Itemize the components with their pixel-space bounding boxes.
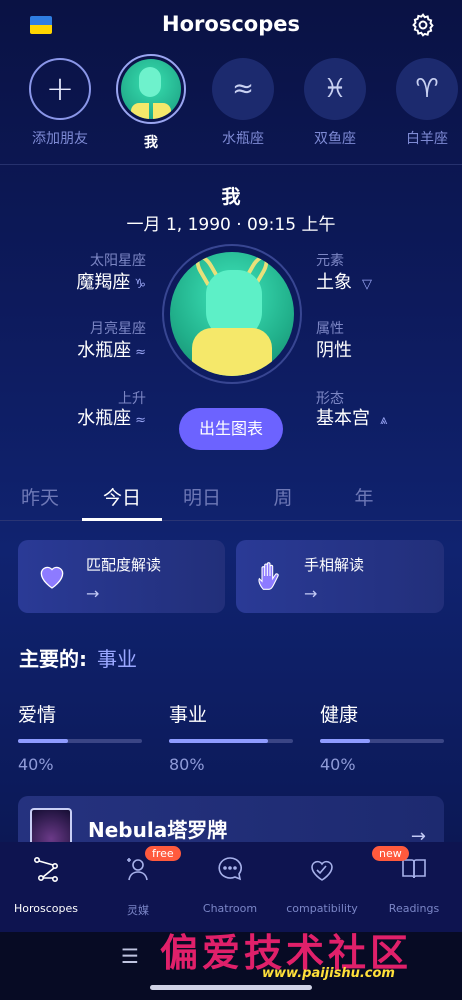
- palm-icon: [254, 560, 286, 592]
- rising-value: 水瓶座: [77, 408, 132, 429]
- profile-label: 双鱼座: [314, 131, 356, 147]
- element: 土象 ▽: [316, 268, 372, 294]
- element-value: 土象: [316, 272, 352, 293]
- form-value: 基本宫: [316, 408, 370, 429]
- watermark-url: www.paijishu.com: [262, 966, 395, 981]
- nav-compatibility[interactable]: compatibility: [276, 842, 368, 915]
- nav-label: compatibility: [286, 902, 358, 915]
- nav-label: Readings: [388, 902, 440, 915]
- profile-pisces[interactable]: ♓︎ 双鱼座: [295, 58, 375, 148]
- stat-name: 健康: [320, 704, 359, 726]
- aries-icon: ♈︎: [396, 58, 458, 120]
- aquarius-icon: ≈: [135, 413, 146, 428]
- profile-label: 添加朋友: [32, 131, 88, 147]
- stat-percent: 40%: [320, 755, 356, 774]
- home-indicator[interactable]: [150, 985, 312, 990]
- birth-chart-button[interactable]: 出生图表: [179, 408, 283, 450]
- stat-percent: 80%: [169, 755, 205, 774]
- profile-me[interactable]: 我: [111, 54, 191, 152]
- moon-sign: 水瓶座 ≈: [77, 336, 146, 362]
- stat-name: 事业: [169, 704, 208, 726]
- card-title: 手相解读: [304, 556, 365, 574]
- divider: [0, 164, 462, 165]
- progress-bar: [169, 739, 293, 743]
- day-tabs: 昨天 今日 明日 周 年: [0, 480, 462, 522]
- sun-sign-label: 太阳星座: [90, 253, 146, 269]
- progress-bar: [320, 739, 444, 743]
- pisces-icon: ♓︎: [304, 58, 366, 120]
- nav-label: 灵媒: [127, 904, 149, 917]
- aquarius-icon: ≈: [135, 345, 146, 360]
- stat-career: 事业 80%: [169, 700, 293, 774]
- add-friend-button[interactable]: + 添加朋友: [20, 58, 100, 148]
- moon-sign-value: 水瓶座: [77, 340, 132, 361]
- profile-aries[interactable]: ♈︎ 白羊座: [387, 58, 462, 148]
- tab-year[interactable]: 年: [324, 480, 404, 516]
- zodiac-avatar: [162, 244, 302, 384]
- profile-label: 水瓶座: [222, 131, 264, 147]
- arrow-right-icon: →: [304, 584, 318, 603]
- stat-name: 爱情: [18, 704, 57, 726]
- nav-label: Chatroom: [202, 902, 258, 915]
- heart-icon: [36, 560, 68, 592]
- bottom-navigation: Horoscopes free 灵媒 Chatroom compatibilit…: [0, 842, 462, 932]
- nav-label: Horoscopes: [13, 902, 78, 915]
- aquarius-icon: ≈: [212, 58, 274, 120]
- capricorn-icon: ♑︎: [134, 277, 146, 292]
- card-title: 匹配度解读: [86, 556, 162, 574]
- plus-icon: +: [29, 58, 91, 120]
- stat-health: 健康 40%: [320, 700, 444, 774]
- quality-label: 属性: [316, 321, 344, 337]
- earth-element-icon: ▽: [362, 277, 372, 292]
- stat-percent: 40%: [18, 755, 54, 774]
- active-tab-indicator: [82, 518, 162, 521]
- constellation-icon: [31, 854, 61, 884]
- chat-bubble-icon: [215, 854, 245, 884]
- tab-tomorrow[interactable]: 明日: [162, 480, 242, 516]
- stat-love: 爱情 40%: [18, 700, 142, 774]
- sun-sign-value: 魔羯座: [76, 272, 131, 293]
- sun-sign: 魔羯座 ♑︎: [76, 268, 146, 294]
- palm-reading-card[interactable]: 手相解读 →: [236, 540, 444, 613]
- element-label: 元素: [316, 253, 344, 269]
- nav-chatroom[interactable]: Chatroom: [184, 842, 276, 915]
- new-badge: new: [372, 846, 409, 861]
- main-focus-label: 主要的:: [19, 647, 87, 671]
- menu-icon[interactable]: ☰: [121, 944, 139, 968]
- rising-sign: 水瓶座 ≈: [77, 404, 146, 430]
- moon-sign-label: 月亮星座: [90, 321, 146, 337]
- nav-readings[interactable]: new Readings: [368, 842, 460, 915]
- free-badge: free: [145, 846, 181, 861]
- page-title: Horoscopes: [162, 12, 300, 36]
- profile-aquarius[interactable]: ≈ 水瓶座: [203, 58, 283, 148]
- profile-name: 我: [221, 186, 241, 208]
- settings-gear-icon[interactable]: [410, 12, 436, 38]
- form: 基本宫 ⩓: [316, 404, 387, 430]
- tab-today[interactable]: 今日: [82, 480, 162, 516]
- avatar: [116, 54, 186, 124]
- tab-week[interactable]: 周: [243, 480, 323, 516]
- compatibility-reading-card[interactable]: 匹配度解读 →: [18, 540, 225, 613]
- nav-horoscopes[interactable]: Horoscopes: [0, 842, 92, 915]
- birth-datetime: 一月 1, 1990 · 09:15 上午: [126, 215, 336, 235]
- tarot-title: Nebula塔罗牌: [88, 818, 228, 842]
- quality-value: 阴性: [316, 340, 352, 361]
- heart-icon: [307, 854, 337, 884]
- progress-bar: [18, 739, 142, 743]
- profile-label: 我: [144, 135, 158, 151]
- nav-psychic[interactable]: free 灵媒: [92, 842, 184, 918]
- tabs-divider: [0, 520, 462, 521]
- profiles-row: + 添加朋友 我 ≈ 水瓶座 ♓︎ 双鱼座 ♈︎ 白羊座: [0, 54, 462, 154]
- cardinal-icon: ⩓: [380, 413, 388, 428]
- tab-yesterday[interactable]: 昨天: [0, 480, 80, 516]
- profile-label: 白羊座: [406, 131, 448, 147]
- arrow-right-icon: →: [86, 584, 100, 603]
- main-focus: 主要的: 事业: [19, 643, 137, 672]
- main-focus-value[interactable]: 事业: [97, 647, 137, 671]
